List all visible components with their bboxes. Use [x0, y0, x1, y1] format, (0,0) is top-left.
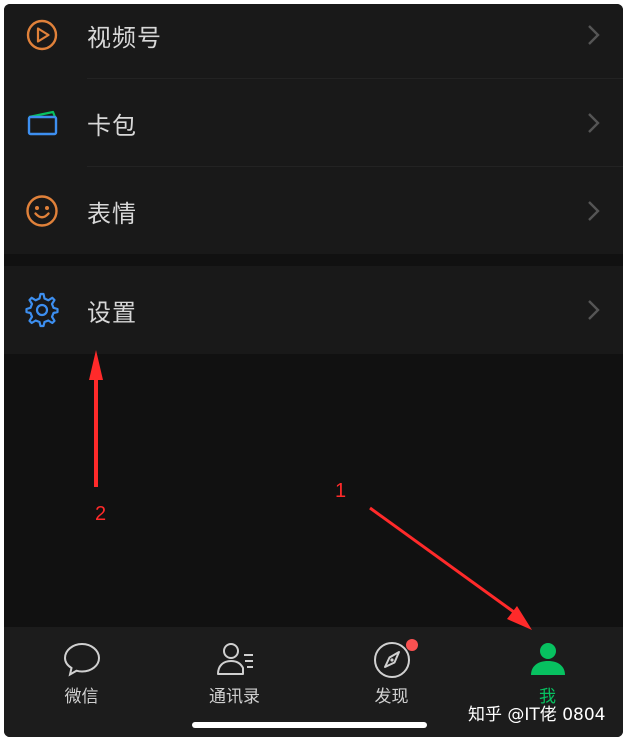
- chevron-right-icon: [585, 111, 603, 135]
- watermark-text: 知乎 @IT佬 0804: [468, 705, 606, 725]
- card-wallet-icon: [24, 105, 60, 141]
- contacts-icon: [215, 639, 255, 679]
- menu-item-stickers[interactable]: 表情: [4, 167, 623, 255]
- chat-bubble-icon: [62, 639, 102, 679]
- settings-gear-icon: [24, 292, 60, 328]
- menu-item-label: 设置: [87, 298, 137, 327]
- menu-group-primary: 视频号 卡包 表情: [4, 4, 623, 254]
- menu-item-video-channel[interactable]: 视频号: [4, 4, 623, 79]
- home-indicator[interactable]: [192, 722, 427, 728]
- tab-label: 微信: [64, 687, 99, 707]
- notification-dot: [406, 639, 418, 651]
- menu-group-settings: 设置: [4, 266, 623, 354]
- chevron-right-icon: [585, 298, 603, 322]
- tab-discover[interactable]: 发现: [314, 627, 469, 737]
- phone-screen: 视频号 卡包 表情 设置 微信 通讯录 发现 我: [4, 4, 623, 737]
- annotation-number-1: 1: [335, 480, 347, 502]
- chevron-right-icon: [585, 199, 603, 223]
- video-channel-icon: [24, 17, 60, 53]
- tab-label: 发现: [374, 687, 409, 707]
- menu-item-label: 视频号: [87, 23, 162, 52]
- sticker-smile-icon: [24, 193, 60, 229]
- menu-item-settings[interactable]: 设置: [4, 266, 623, 354]
- menu-item-card-wallet[interactable]: 卡包: [4, 79, 623, 167]
- menu-item-label: 卡包: [87, 111, 137, 140]
- chevron-right-icon: [585, 23, 603, 47]
- annotation-number-2: 2: [95, 503, 107, 525]
- profile-icon: [528, 639, 568, 679]
- menu-item-label: 表情: [87, 199, 137, 228]
- tab-chats[interactable]: 微信: [4, 627, 159, 737]
- tab-contacts[interactable]: 通讯录: [157, 627, 312, 737]
- tab-label: 通讯录: [209, 687, 260, 707]
